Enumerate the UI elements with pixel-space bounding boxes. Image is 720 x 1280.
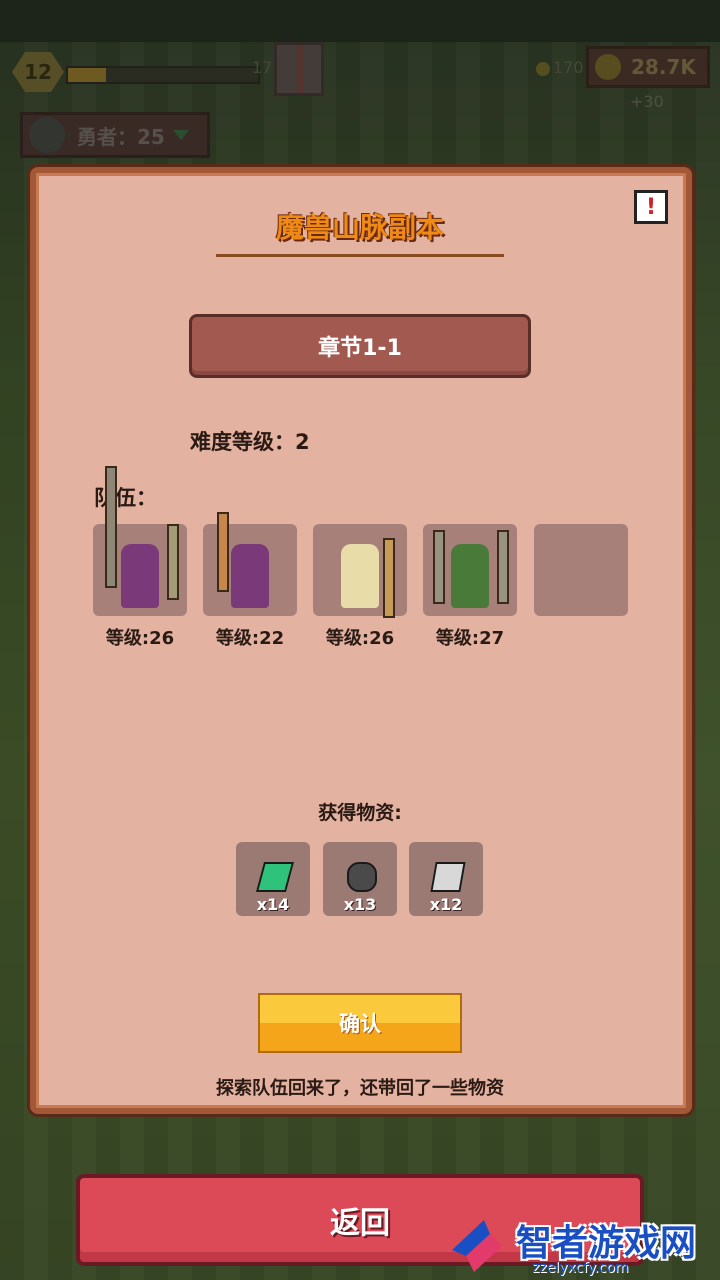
chapter-banner: 章节1-1: [189, 314, 531, 378]
rewards-label: 获得物资:: [318, 802, 402, 824]
team-slot-level: 等级:22: [215, 628, 285, 649]
sword-icon: [497, 530, 509, 604]
team-slot-level: 等级:26: [105, 628, 175, 649]
difficulty-level: 难度等级：2: [190, 430, 310, 454]
confirm-button[interactable]: 确认: [258, 993, 462, 1053]
result-message: 探索队伍回来了，还带回了一些物资: [216, 1078, 504, 1099]
green-orc-icon: [451, 544, 489, 608]
watermark: 智者游戏网 zzelyxcfy.com: [440, 1210, 720, 1280]
team-slot-3[interactable]: 等级:26: [313, 524, 407, 649]
watermark-logo-icon: [452, 1220, 502, 1272]
wooden-sword-icon: [217, 512, 229, 592]
team-slot-1[interactable]: 等级:26: [93, 466, 187, 649]
reward-item-1[interactable]: x14: [236, 842, 310, 916]
team-slot-empty[interactable]: [534, 524, 628, 616]
watermark-url: zzelyxcfy.com: [532, 1260, 629, 1276]
purple-warrior-icon: [231, 544, 269, 608]
team-slot-level: 等级:26: [325, 628, 395, 649]
iron-ore-icon: [347, 862, 377, 892]
axe-icon: [167, 524, 179, 600]
emerald-gem-icon: [255, 862, 295, 892]
team-slot-2[interactable]: 等级:22: [203, 512, 297, 649]
team-slot-4[interactable]: 等级:27: [423, 524, 517, 649]
watermark-name: 智者游戏网: [516, 1223, 697, 1264]
alert-icon[interactable]: !: [634, 190, 668, 224]
reward-qty: x14: [256, 895, 290, 914]
reward-item-3[interactable]: x12: [409, 842, 483, 916]
sword-icon: [433, 530, 445, 604]
silver-ingot-icon: [430, 862, 466, 892]
greatsword-icon: [105, 466, 117, 588]
reward-item-2[interactable]: x13: [323, 842, 397, 916]
reward-qty: x13: [343, 895, 377, 914]
purple-warrior-icon: [121, 544, 159, 608]
blonde-archer-icon: [341, 544, 379, 608]
team-label: 队伍：: [94, 486, 157, 510]
bow-icon: [383, 538, 395, 618]
team-slot-level: 等级:27: [435, 628, 505, 649]
dialog-title: 魔兽山脉副本: [275, 211, 444, 244]
title-divider: [216, 254, 504, 257]
reward-qty: x12: [429, 895, 463, 914]
